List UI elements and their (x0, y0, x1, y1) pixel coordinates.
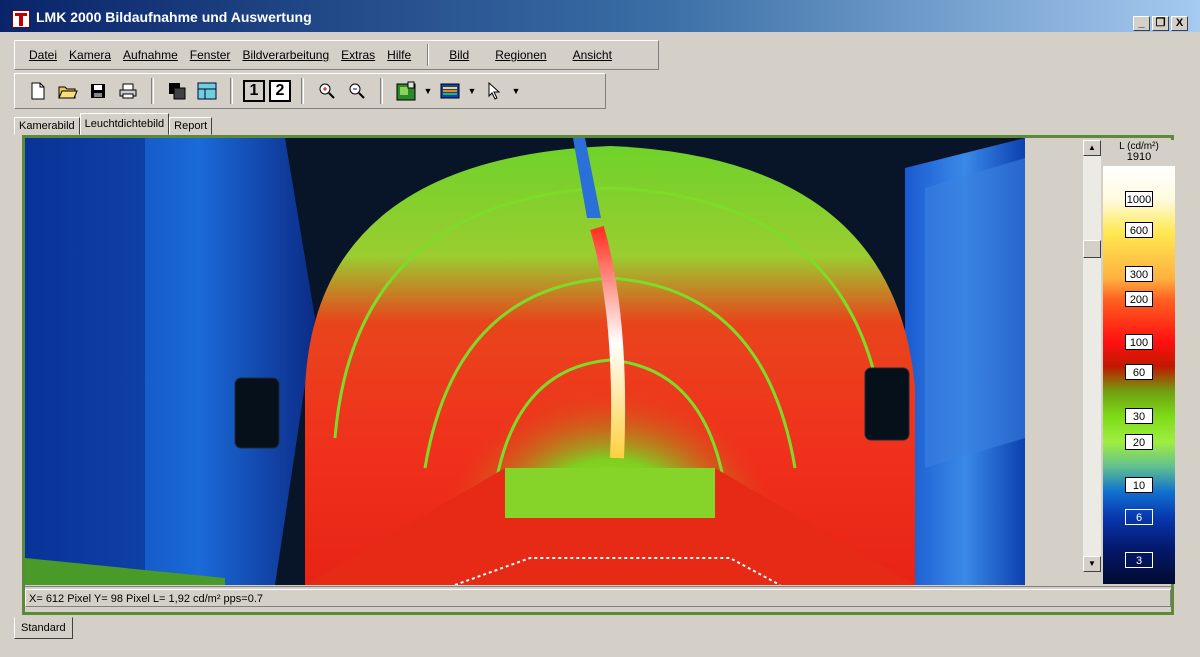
coordinate-status: X= 612 Pixel Y= 98 Pixel L= 1,92 cd/m² p… (25, 586, 1171, 612)
maximize-button[interactable]: ❐ (1152, 16, 1169, 31)
bottom-bar: Standard (0, 615, 1200, 657)
tab-leuchtdichtebild[interactable]: Leuchtdichtebild (79, 113, 170, 135)
legend-tick: 600 (1125, 222, 1153, 238)
legend-tick: 300 (1125, 266, 1153, 282)
legend-tick: 10 (1125, 477, 1153, 493)
print-icon[interactable] (115, 78, 141, 104)
legend-tick: 30 (1125, 408, 1153, 424)
menu-ansicht[interactable]: Ansicht (567, 48, 618, 62)
title-bar[interactable]: LMK 2000 Bildaufnahme und Auswertung _ ❐… (0, 0, 1200, 32)
menu-bildverarbeitung[interactable]: Bildverarbeitung (236, 48, 335, 62)
menu-bild[interactable]: Bild (443, 48, 475, 62)
legend-tick: 6 (1125, 509, 1153, 525)
view-1-button[interactable]: 1 (243, 80, 265, 102)
tab-report[interactable]: Report (169, 117, 213, 135)
luminance-legend: L (cd/m²) 1910 1000 600 300 200 100 60 3… (1103, 140, 1175, 584)
menu-bar: Datei Kamera Aufnahme Fenster Bildverarb… (14, 40, 659, 70)
luminance-panel: ▲ ▼ L (cd/m²) 1910 1000 600 300 200 100 … (22, 135, 1175, 615)
app-logo-icon[interactable] (12, 10, 30, 28)
palette-icon[interactable] (437, 78, 463, 104)
minimize-button[interactable]: _ (1133, 16, 1150, 31)
menu-right-group: Bild Regionen Ansicht (439, 48, 618, 62)
open-icon[interactable] (55, 78, 81, 104)
scroll-down-button[interactable]: ▼ (1083, 556, 1101, 572)
camera-image-icon[interactable] (393, 78, 419, 104)
menu-separator (427, 44, 430, 66)
toolbar-separator (380, 78, 383, 104)
chevron-down-icon[interactable]: ▼ (423, 86, 433, 96)
menu-regionen[interactable]: Regionen (489, 48, 552, 62)
legend-header: L (cd/m²) 1910 (1103, 140, 1175, 168)
menu-extras[interactable]: Extras (335, 48, 381, 62)
legend-tick: 60 (1125, 364, 1153, 380)
legend-top-value: 1910 (1126, 151, 1152, 163)
scroll-thumb[interactable] (1083, 240, 1101, 258)
toolbar-separator (301, 78, 304, 104)
window-title: LMK 2000 Bildaufnahme und Auswertung (36, 9, 312, 25)
toolbar: 1 2 ▼ ▼ ▼ (14, 73, 606, 109)
menu-hilfe[interactable]: Hilfe (381, 48, 417, 62)
chevron-down-icon[interactable]: ▼ (511, 86, 521, 96)
layout-icon[interactable] (194, 78, 220, 104)
close-button[interactable]: X (1171, 16, 1188, 31)
new-icon[interactable] (25, 78, 51, 104)
legend-tick: 1000 (1125, 191, 1153, 207)
window-controls: _ ❐ X (1133, 16, 1188, 31)
vertical-scrollbar[interactable]: ▲ ▼ (1083, 140, 1101, 572)
menu-aufnahme[interactable]: Aufnahme (117, 48, 184, 62)
tab-kamerabild[interactable]: Kamerabild (14, 117, 80, 135)
zoom-out-icon[interactable] (344, 78, 370, 104)
pointer-icon[interactable] (481, 78, 507, 104)
legend-tick: 100 (1125, 334, 1153, 350)
menu-datei[interactable]: Datei (23, 48, 63, 62)
menu-fenster[interactable]: Fenster (184, 48, 237, 62)
tab-strip: Kamerabild Leuchtdichtebild Report (14, 113, 213, 135)
legend-tick: 3 (1125, 552, 1153, 568)
save-icon[interactable] (85, 78, 111, 104)
toolbar-separator (151, 78, 154, 104)
chevron-down-icon[interactable]: ▼ (467, 86, 477, 96)
toolbar-separator (230, 78, 233, 104)
tab-standard[interactable]: Standard (14, 617, 73, 639)
legend-tick: 20 (1125, 434, 1153, 450)
app-window: LMK 2000 Bildaufnahme und Auswertung _ ❐… (0, 0, 1200, 657)
view-2-button[interactable]: 2 (269, 80, 291, 102)
legend-tick: 200 (1125, 291, 1153, 307)
status-readout: X= 612 Pixel Y= 98 Pixel L= 1,92 cd/m² p… (29, 593, 264, 605)
zoom-in-icon[interactable] (314, 78, 340, 104)
copy-window-icon[interactable] (164, 78, 190, 104)
scroll-up-button[interactable]: ▲ (1083, 140, 1101, 156)
menu-kamera[interactable]: Kamera (63, 48, 117, 62)
luminance-image[interactable] (25, 138, 1025, 585)
